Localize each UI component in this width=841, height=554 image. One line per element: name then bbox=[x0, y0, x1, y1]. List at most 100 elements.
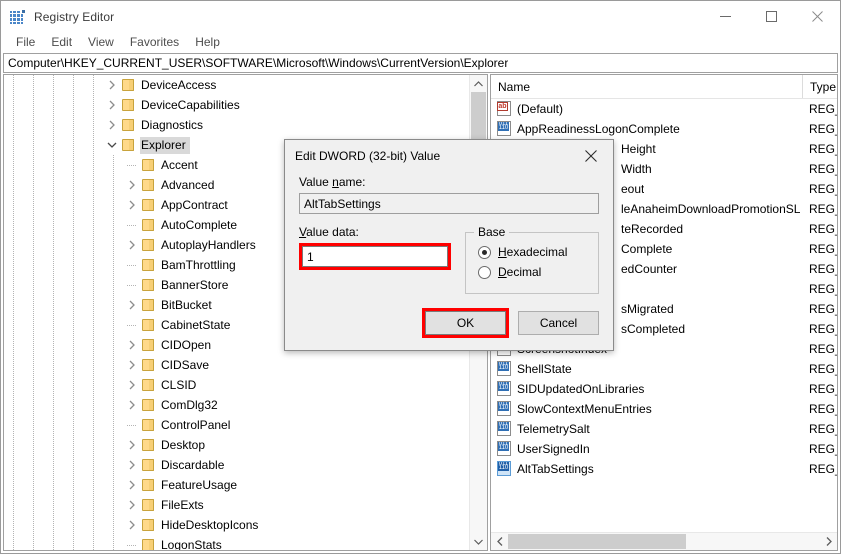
folder-icon bbox=[140, 315, 156, 335]
minimize-icon[interactable] bbox=[702, 1, 748, 32]
scroll-up-icon[interactable] bbox=[470, 75, 487, 92]
tree-indent bbox=[4, 415, 124, 435]
value-data-label: Value data: bbox=[299, 225, 359, 239]
tree-item-controlpanel[interactable]: ControlPanel bbox=[4, 415, 469, 435]
menu-item-edit[interactable]: Edit bbox=[43, 33, 80, 52]
tree-item-clsid[interactable]: CLSID bbox=[4, 375, 469, 395]
radio-hexadecimal[interactable]: Hexadecimal bbox=[478, 242, 588, 262]
chevron-right-icon[interactable] bbox=[104, 75, 120, 95]
tree-item-label: CLSID bbox=[161, 377, 197, 392]
cancel-button[interactable]: Cancel bbox=[518, 311, 599, 335]
menu-item-file[interactable]: File bbox=[8, 33, 43, 52]
ok-button-highlight: OK bbox=[422, 308, 509, 338]
edit-dword-dialog: Edit DWORD (32-bit) Value Value name: Al… bbox=[284, 139, 614, 351]
maximize-icon[interactable] bbox=[748, 1, 794, 32]
tree-item-desktop[interactable]: Desktop bbox=[4, 435, 469, 455]
scroll-right-icon[interactable] bbox=[820, 533, 837, 550]
address-bar[interactable]: Computer\HKEY_CURRENT_USER\SOFTWARE\Micr… bbox=[3, 53, 838, 73]
chevron-right-icon[interactable] bbox=[124, 335, 140, 355]
tree-item-devicecapabilities[interactable]: DeviceCapabilities bbox=[4, 95, 469, 115]
value-name: eout bbox=[621, 182, 645, 196]
value-type: REG_D bbox=[809, 162, 837, 176]
menu-item-help[interactable]: Help bbox=[187, 33, 228, 52]
tree-item-fileexts[interactable]: FileExts bbox=[4, 495, 469, 515]
close-icon[interactable] bbox=[569, 140, 613, 172]
table-row[interactable]: 011110 TelemetrySalt REG_D bbox=[491, 419, 837, 439]
ok-button[interactable]: OK bbox=[425, 311, 506, 335]
chevron-right-icon[interactable] bbox=[124, 515, 140, 535]
radio-mark-decimal bbox=[478, 265, 491, 279]
tree-item-label: Accent bbox=[161, 157, 198, 172]
dialog-title: Edit DWORD (32-bit) Value bbox=[295, 149, 441, 163]
table-row[interactable]: 011110 UserSignedIn REG_D bbox=[491, 439, 837, 459]
chevron-right-icon[interactable] bbox=[124, 455, 140, 475]
value-name: edCounter bbox=[621, 262, 678, 276]
scroll-left-icon[interactable] bbox=[491, 533, 508, 550]
table-row[interactable]: 011110 SlowContextMenuEntries REG_B bbox=[491, 399, 837, 419]
table-row[interactable]: ab (Default) REG_S bbox=[491, 99, 837, 119]
values-horizontal-scrollbar[interactable] bbox=[491, 532, 837, 550]
folder-icon bbox=[140, 395, 156, 415]
radio-decimal[interactable]: Decimal bbox=[478, 262, 588, 282]
column-header-name[interactable]: Name bbox=[491, 75, 802, 98]
table-row[interactable]: 011110 ShellState REG_B bbox=[491, 359, 837, 379]
tree-indent bbox=[4, 75, 104, 95]
tree-item-comdlg32[interactable]: ComDlg32 bbox=[4, 395, 469, 415]
menu-item-view[interactable]: View bbox=[80, 33, 122, 52]
tree-item-cidsave[interactable]: CIDSave bbox=[4, 355, 469, 375]
dword-value-icon: 011110 bbox=[496, 381, 512, 397]
column-header-type[interactable]: Type bbox=[802, 75, 837, 98]
chevron-right-icon[interactable] bbox=[124, 235, 140, 255]
scroll-down-icon[interactable] bbox=[470, 533, 487, 550]
chevron-right-icon[interactable] bbox=[124, 375, 140, 395]
value-name-cell: 011 110 TelemetrySalt bbox=[491, 421, 802, 437]
value-name-field[interactable]: AltTabSettings bbox=[299, 193, 599, 214]
value-type: REG_D bbox=[809, 202, 837, 216]
chevron-right-icon[interactable] bbox=[124, 295, 140, 315]
tree-indent bbox=[4, 235, 124, 255]
chevron-right-icon[interactable] bbox=[104, 95, 120, 115]
table-row[interactable]: 011110 AltTabSettings REG_D bbox=[491, 459, 837, 479]
folder-icon bbox=[140, 275, 156, 295]
menu-bar: File Edit View Favorites Help bbox=[1, 32, 840, 53]
chevron-right-icon[interactable] bbox=[124, 355, 140, 375]
chevron-right-icon[interactable] bbox=[124, 395, 140, 415]
table-row[interactable]: 011110 SIDUpdatedOnLibraries REG_D bbox=[491, 379, 837, 399]
values-scroll-thumb[interactable] bbox=[508, 534, 686, 549]
value-data-field[interactable]: 1 bbox=[302, 246, 448, 267]
string-value-icon: ab bbox=[496, 101, 512, 117]
value-type: REG_D bbox=[809, 242, 837, 256]
chevron-right-icon[interactable] bbox=[124, 435, 140, 455]
tree-item-label: HideDesktopIcons bbox=[161, 517, 259, 532]
folder-icon bbox=[140, 535, 156, 550]
folder-icon bbox=[140, 455, 156, 475]
tree-indent bbox=[4, 435, 124, 455]
chevron-right-icon[interactable] bbox=[124, 495, 140, 515]
tree-item-logonstats[interactable]: LogonStats bbox=[4, 535, 469, 550]
chevron-right-icon[interactable] bbox=[124, 475, 140, 495]
tree-item-deviceaccess[interactable]: DeviceAccess bbox=[4, 75, 469, 95]
values-scroll-track[interactable] bbox=[508, 533, 820, 550]
folder-icon bbox=[140, 415, 156, 435]
folder-icon bbox=[140, 155, 156, 175]
tree-indent bbox=[4, 195, 124, 215]
folder-icon bbox=[140, 295, 156, 315]
tree-item-diagnostics[interactable]: Diagnostics bbox=[4, 115, 469, 135]
chevron-right-icon[interactable] bbox=[124, 175, 140, 195]
address-path: Computer\HKEY_CURRENT_USER\SOFTWARE\Micr… bbox=[8, 56, 509, 70]
close-icon[interactable] bbox=[794, 1, 840, 32]
chevron-right-icon[interactable] bbox=[124, 195, 140, 215]
tree-item-featureusage[interactable]: FeatureUsage bbox=[4, 475, 469, 495]
chevron-down-icon[interactable] bbox=[104, 135, 120, 155]
tree-item-discardable[interactable]: Discardable bbox=[4, 455, 469, 475]
chevron-right-icon[interactable] bbox=[104, 115, 120, 135]
folder-icon bbox=[140, 235, 156, 255]
folder-icon bbox=[120, 75, 136, 95]
menu-item-favorites[interactable]: Favorites bbox=[122, 33, 187, 52]
tree-item-hidedesktopicons[interactable]: HideDesktopIcons bbox=[4, 515, 469, 535]
value-name-cell: 011 110 ShellState bbox=[491, 361, 802, 377]
radio-label-decimal: Decimal bbox=[498, 265, 542, 279]
tree-item-label: CIDOpen bbox=[161, 337, 212, 352]
table-row[interactable]: 011110 AppReadinessLogonComplete REG_D bbox=[491, 119, 837, 139]
tree-indent bbox=[4, 295, 124, 315]
